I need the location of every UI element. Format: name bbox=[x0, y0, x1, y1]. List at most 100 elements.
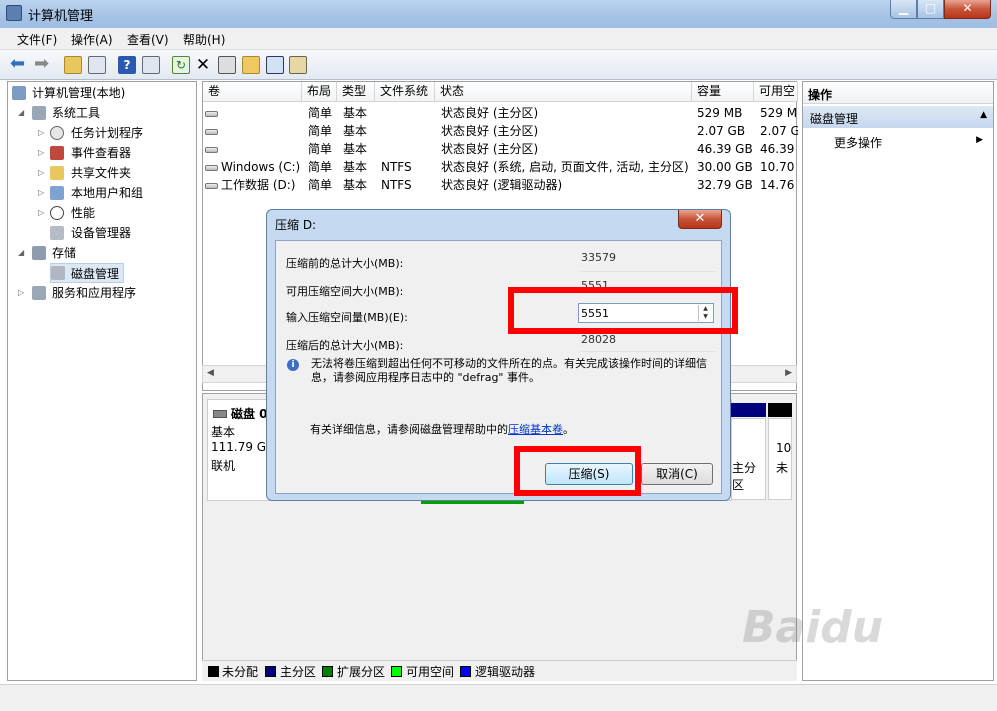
divider bbox=[581, 351, 716, 352]
tree-task-scheduler[interactable]: ▷ 任务计划程序 bbox=[38, 123, 143, 143]
total-before-value: 33579 bbox=[581, 251, 616, 264]
tree-disk-management[interactable]: 磁盘管理 bbox=[50, 263, 125, 283]
expanded-arrow-icon[interactable]: ◢ bbox=[18, 109, 26, 117]
table-row[interactable]: 工作数据 (D:) bbox=[205, 176, 302, 194]
legend-label-primary: 主分区 bbox=[280, 665, 317, 679]
disk-icon-label: 磁盘 0 bbox=[213, 405, 268, 422]
delete-icon[interactable]: ✕ bbox=[194, 56, 212, 74]
tree-shared-folders[interactable]: ▷ 共享文件夹 bbox=[38, 163, 131, 183]
dialog-title: 压缩 D: bbox=[275, 218, 317, 232]
collapsed-arrow-icon[interactable]: ▷ bbox=[38, 129, 46, 137]
performance-icon bbox=[50, 206, 64, 220]
cell-status: 状态良好 (主分区) bbox=[441, 142, 539, 156]
input-label: 输入压缩空间量(MB)(E): bbox=[286, 311, 408, 324]
divider bbox=[581, 271, 716, 272]
tree-system-tools[interactable]: ◢ 系统工具 bbox=[18, 103, 100, 123]
back-arrow-icon[interactable]: ⬅ bbox=[10, 55, 28, 74]
computer-management-icon bbox=[6, 5, 22, 21]
legend-label-extended: 扩展分区 bbox=[337, 665, 386, 679]
table-row[interactable] bbox=[205, 140, 300, 158]
search-icon[interactable] bbox=[266, 56, 284, 74]
actions-header: 操作 bbox=[803, 82, 993, 104]
refresh-icon[interactable]: ↻ bbox=[172, 56, 190, 74]
disk-state: 联机 bbox=[211, 459, 236, 473]
cell-type: 基本 bbox=[343, 178, 368, 192]
cell-layout: 简单 bbox=[308, 124, 333, 138]
help-link[interactable]: 压缩基本卷 bbox=[508, 423, 563, 436]
forward-arrow-icon[interactable]: ➡ bbox=[34, 55, 52, 74]
column-header-status[interactable]: 状态 bbox=[435, 82, 692, 102]
tree-event-viewer[interactable]: ▷ 事件查看器 bbox=[38, 143, 131, 163]
dialog-body: 压缩前的总计大小(MB): 33579 可用压缩空间大小(MB): 5551 输… bbox=[275, 240, 722, 494]
partition-bar-primary bbox=[731, 403, 766, 417]
collapsed-arrow-icon[interactable]: ▷ bbox=[38, 189, 46, 197]
collapsed-arrow-icon[interactable]: ▷ bbox=[38, 209, 46, 217]
cell-free: 529 M bbox=[760, 106, 798, 120]
tree-local-users[interactable]: ▷ 本地用户和组 bbox=[38, 183, 143, 203]
event-viewer-icon bbox=[50, 146, 64, 160]
up-folder-icon[interactable] bbox=[64, 56, 82, 74]
menu-action[interactable]: 操作(A) bbox=[71, 31, 113, 48]
column-header-free[interactable]: 可用空 bbox=[754, 82, 798, 102]
column-header-filesystem[interactable]: 文件系统 bbox=[375, 82, 435, 102]
column-header-type[interactable]: 类型 bbox=[337, 82, 375, 102]
help-icon[interactable]: ? bbox=[118, 56, 136, 74]
properties-icon[interactable] bbox=[218, 56, 236, 74]
column-header-capacity[interactable]: 容量 bbox=[692, 82, 754, 102]
disk-management-icon bbox=[51, 266, 65, 280]
tree-performance[interactable]: ▷ 性能 bbox=[38, 203, 95, 223]
cell-capacity: 529 MB bbox=[697, 106, 743, 120]
partition-primary[interactable]: 主分区 bbox=[731, 418, 766, 500]
scroll-left-icon[interactable]: ◀ bbox=[207, 368, 214, 378]
shrink-dialog: 压缩 D: ✕ 压缩前的总计大小(MB): 33579 可用压缩空间大小(MB)… bbox=[266, 209, 731, 501]
window-title: 计算机管理 bbox=[28, 9, 94, 24]
maximize-button[interactable]: □ bbox=[917, 0, 944, 19]
toolbar: ⬅ ➡ ? ↻ ✕ bbox=[0, 50, 997, 80]
actions-section-disk-management[interactable]: 磁盘管理 ▲ bbox=[803, 106, 993, 128]
collapsed-arrow-icon[interactable]: ▷ bbox=[18, 289, 26, 297]
info-icon: i bbox=[287, 359, 299, 371]
legend-swatch-logical bbox=[460, 666, 471, 677]
partition-unallocated[interactable]: 10 未 bbox=[768, 418, 792, 500]
collapsed-arrow-icon[interactable]: ▷ bbox=[38, 169, 46, 177]
show-hide-tree-icon[interactable] bbox=[88, 56, 106, 74]
show-action-pane-icon[interactable] bbox=[142, 56, 160, 74]
column-header-layout[interactable]: 布局 bbox=[302, 82, 337, 102]
cell-capacity: 46.39 GB bbox=[697, 142, 753, 156]
menu-file[interactable]: 文件(F) bbox=[17, 31, 57, 48]
scroll-right-icon[interactable]: ▶ bbox=[785, 368, 792, 378]
legend-swatch-primary bbox=[265, 666, 276, 677]
available-label: 可用压缩空间大小(MB): bbox=[286, 285, 404, 298]
highlight-input-box bbox=[508, 287, 738, 334]
expanded-arrow-icon[interactable]: ◢ bbox=[18, 249, 26, 257]
tree-device-manager[interactable]: 设备管理器 bbox=[38, 223, 131, 243]
tree-storage[interactable]: ◢ 存储 bbox=[18, 243, 76, 263]
hard-disk-icon bbox=[213, 410, 227, 418]
drive-icon bbox=[205, 164, 218, 171]
menu-help[interactable]: 帮助(H) bbox=[183, 31, 225, 48]
collapse-arrow-icon[interactable]: ▲ bbox=[980, 110, 987, 120]
tree-root[interactable]: 计算机管理(本地) bbox=[12, 83, 125, 103]
cell-status: 状态良好 (逻辑驱动器) bbox=[441, 178, 563, 192]
minimize-button[interactable]: ▁ bbox=[890, 0, 917, 19]
cell-status: 状态良好 (主分区) bbox=[441, 124, 539, 138]
collapsed-arrow-icon[interactable]: ▷ bbox=[38, 149, 46, 157]
cell-fs: NTFS bbox=[381, 178, 412, 192]
more-actions-item[interactable]: 更多操作 ▶ bbox=[803, 131, 993, 151]
cell-type: 基本 bbox=[343, 160, 368, 174]
disk-properties-icon[interactable] bbox=[289, 56, 307, 74]
highlight-shrink-button-box bbox=[514, 446, 641, 496]
tree-services-apps[interactable]: ▷ 服务和应用程序 bbox=[18, 283, 136, 303]
menu-view[interactable]: 查看(V) bbox=[127, 31, 169, 48]
dialog-close-button[interactable]: ✕ bbox=[678, 210, 722, 229]
cancel-button[interactable]: 取消(C) bbox=[641, 463, 713, 485]
cell-status: 状态良好 (系统, 启动, 页面文件, 活动, 主分区) bbox=[441, 160, 689, 174]
users-icon bbox=[50, 186, 64, 200]
submenu-arrow-icon: ▶ bbox=[976, 135, 983, 145]
table-row[interactable] bbox=[205, 104, 300, 122]
table-row[interactable]: Windows (C:) bbox=[205, 158, 302, 176]
column-header-volume[interactable]: 卷 bbox=[203, 82, 302, 102]
close-button[interactable]: ✕ bbox=[944, 0, 991, 19]
table-row[interactable] bbox=[205, 122, 300, 140]
open-folder-icon[interactable] bbox=[242, 56, 260, 74]
